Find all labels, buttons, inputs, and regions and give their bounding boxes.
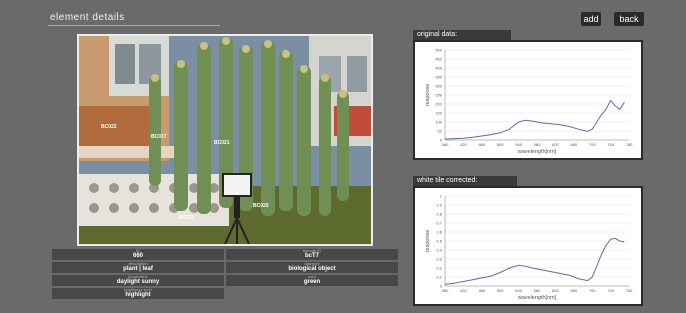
detail-storage-id: storage ID bcT7 — [226, 249, 398, 260]
y-tick-label: 0.6 — [436, 229, 442, 234]
white-tile-corrected-chart: 0 0.1 0.2 0.3 0.4 0.5 0.6 0.7 0.8 0.9 1 380 420 460 50… — [413, 186, 643, 306]
detail-id: ID 660 — [52, 249, 224, 260]
marker-label: BC022 — [101, 124, 117, 130]
detail-illumination: illumination daylight sunny — [52, 275, 224, 286]
x-tick-label: 660 — [570, 288, 577, 293]
y-tick-label: 400 — [435, 65, 442, 70]
y-tick-label: 0.3 — [436, 256, 442, 261]
x-tick-label: 700 — [589, 142, 596, 147]
title-underline — [48, 25, 220, 26]
y-tick-label: 500 — [435, 47, 442, 52]
white-tile-corrected-tab: white tile corrected: — [413, 176, 517, 186]
x-tick-label: 620 — [552, 288, 559, 293]
field-value: daylight sunny — [116, 279, 160, 285]
x-tick-label: 700 — [589, 288, 596, 293]
series-line — [444, 237, 625, 285]
y-tick-label: 100 — [435, 119, 442, 124]
field-value: 660 — [132, 253, 143, 259]
series-line — [444, 99, 625, 140]
field-value: plant | leaf — [123, 266, 153, 272]
x-tick-label: 540 — [515, 288, 522, 293]
y-tick-label: 50 — [438, 128, 443, 133]
x-tick-label: 380 — [442, 142, 449, 147]
field-value: bcT7 — [304, 253, 319, 259]
x-axis-label: wavelength[nm] — [517, 295, 557, 301]
x-tick-label: 580 — [534, 142, 541, 147]
field-value: biological object — [288, 266, 336, 272]
detail-color: color green — [226, 275, 398, 286]
x-axis-label: wavelength[nm] — [517, 149, 557, 155]
y-tick-label: 0.7 — [436, 220, 442, 225]
x-tick-label: 740 — [607, 142, 614, 147]
original-data-chart: 0 50 100 150 200 250 300 350 400 450 500 380 420 460 5… — [413, 40, 643, 160]
marker-label: BC017 — [151, 134, 167, 140]
original-data-tab: original data: — [413, 30, 511, 40]
original-data-plot: 050100150200250300350400450500380 420 460 5… — [425, 47, 633, 155]
y-tick-label: 350 — [435, 74, 442, 79]
y-axis-label: response — [425, 84, 431, 107]
y-tick-label: 450 — [435, 56, 442, 61]
x-tick-label: 500 — [497, 142, 504, 147]
y-tick-label: 0.5 — [436, 238, 442, 243]
x-tick-label: 620 — [552, 142, 559, 147]
back-button[interactable]: back — [614, 12, 644, 26]
add-button[interactable]: add — [581, 12, 601, 26]
x-tick-label: 420 — [460, 142, 467, 147]
x-tick-label: 780 — [626, 142, 633, 147]
marker-label: BC020 — [253, 203, 269, 209]
field-value: green — [303, 279, 321, 285]
page-title: element details — [50, 12, 125, 23]
white-tile-corrected-plot: 00.10.20.30.40.50.60.70.80.91380 420 460 50… — [425, 193, 633, 301]
y-tick-label: 150 — [435, 110, 442, 115]
y-tick-label: 0.1 — [436, 274, 442, 279]
y-tick-label: 300 — [435, 83, 442, 88]
y-tick-label: 250 — [435, 92, 442, 97]
detail-category: category biological object — [226, 262, 398, 273]
y-axis-label: response — [425, 230, 431, 253]
x-tick-label: 740 — [607, 288, 614, 293]
detail-description: description plant | leaf — [52, 262, 224, 273]
x-tick-label: 660 — [570, 142, 577, 147]
x-tick-label: 500 — [497, 288, 504, 293]
y-tick-label: 0.8 — [436, 211, 442, 216]
marker-label: BC021 — [179, 215, 195, 221]
marker-label: BC021 — [214, 140, 230, 146]
sample-photo[interactable]: BC022 BC021 BC017 BC021 BC020 — [79, 36, 371, 244]
detail-brightness-level: brightness level highlight — [52, 288, 224, 299]
photo-frame: BC022 BC021 BC017 BC021 BC020 — [77, 34, 373, 246]
y-tick-label: 200 — [435, 101, 442, 106]
x-tick-label: 380 — [442, 288, 449, 293]
x-tick-label: 460 — [478, 142, 485, 147]
y-tick-label: 1 — [440, 193, 443, 198]
x-tick-label: 420 — [460, 288, 467, 293]
y-tick-label: 0.9 — [436, 202, 442, 207]
field-value: highlight — [125, 292, 151, 298]
x-tick-label: 460 — [478, 288, 485, 293]
x-tick-label: 540 — [515, 142, 522, 147]
y-tick-label: 0.2 — [436, 265, 442, 270]
y-tick-label: 0.4 — [436, 247, 442, 252]
x-tick-label: 780 — [626, 288, 633, 293]
x-tick-label: 580 — [534, 288, 541, 293]
